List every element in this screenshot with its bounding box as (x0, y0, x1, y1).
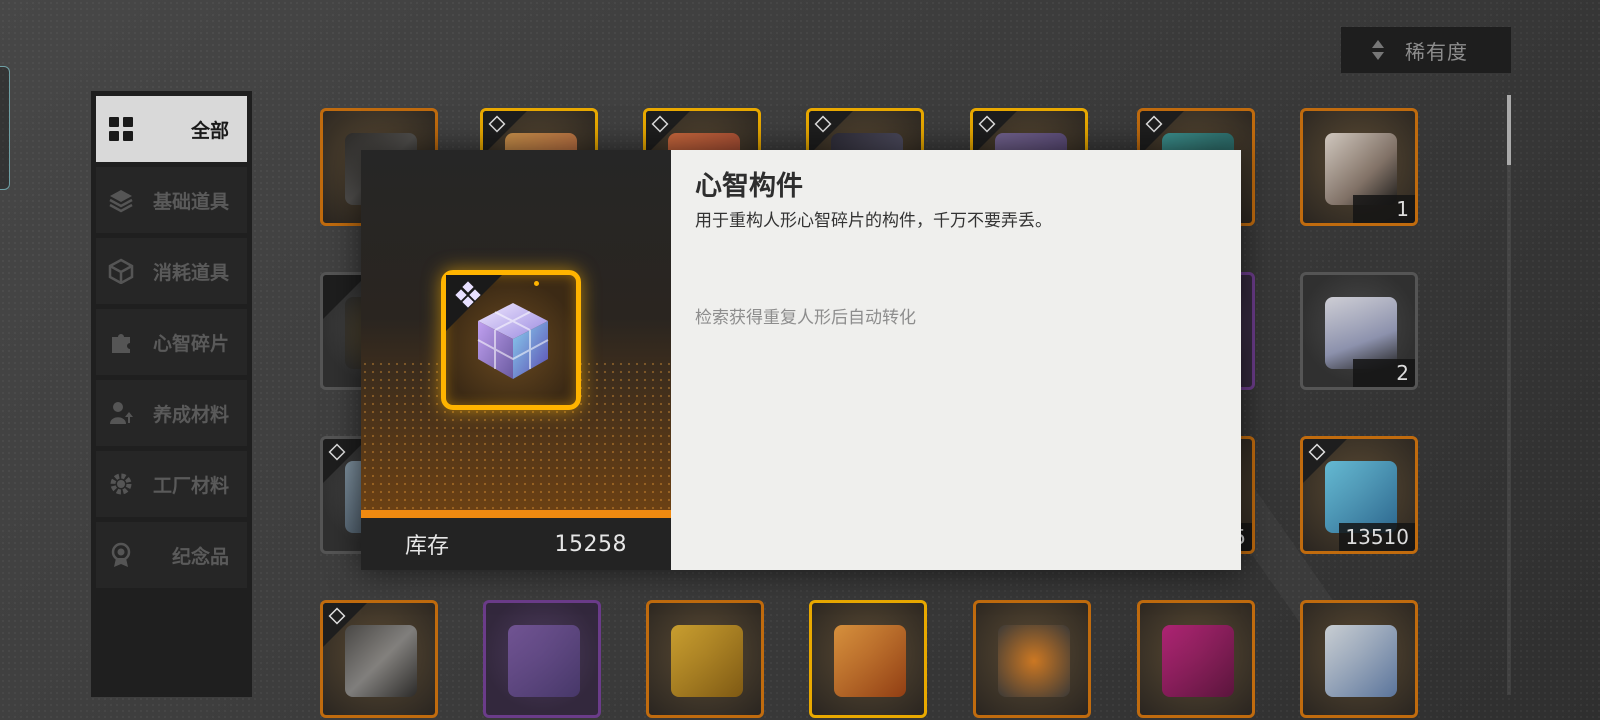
item-description: 用于重构人形心智碎片的构件，千万不要弄丢。 (695, 211, 1052, 231)
item-art (834, 625, 906, 697)
item-art (1162, 625, 1234, 697)
sort-rarity-button[interactable]: 稀有度 (1341, 27, 1511, 73)
item-tile[interactable] (973, 600, 1091, 718)
item-icon-frame (441, 270, 581, 410)
grid-icon (108, 116, 134, 142)
sort-label: 稀有度 (1405, 39, 1468, 64)
item-tile[interactable]: 13510 (1300, 436, 1418, 554)
rarity-bar (361, 510, 671, 518)
grid-scrollbar-track[interactable] (1507, 95, 1511, 695)
stock-row: 库存 15258 (361, 518, 671, 570)
layers-icon (108, 187, 134, 213)
category-label: 消耗道具 (152, 261, 229, 284)
category-souvenirs[interactable]: 纪念品 (96, 522, 247, 588)
sort-icon (1371, 39, 1385, 61)
item-art (345, 625, 417, 697)
item-info-panel: 心智构件 用于重构人形心智碎片的构件，千万不要弄丢。 检索获得重复人形后自动转化 (671, 150, 1241, 570)
category-basic-items[interactable]: 基础道具 (96, 167, 247, 233)
item-tile[interactable] (1300, 600, 1418, 718)
gear-icon (108, 471, 134, 497)
item-art (998, 625, 1070, 697)
side-drawer-tab[interactable] (0, 66, 10, 190)
item-tile[interactable] (320, 600, 438, 718)
item-detail-popup: 库存 15258 心智构件 用于重构人形心智碎片的构件，千万不要弄丢。 检索获得… (361, 150, 1241, 570)
category-upgrade-materials[interactable]: 养成材料 (96, 380, 247, 446)
grid-scrollbar-thumb[interactable] (1507, 95, 1511, 165)
category-label: 养成材料 (152, 403, 229, 426)
medal-icon (108, 542, 134, 568)
box-icon (108, 258, 134, 284)
puzzle-icon (108, 329, 134, 355)
mind-cube-icon (477, 303, 549, 379)
category-all[interactable]: 全部 (96, 96, 247, 162)
category-sidebar: 全部 基础道具 消耗道具 心智碎片 养成材料 工厂材料 纪念品 (91, 91, 252, 697)
item-tile[interactable] (809, 600, 927, 718)
item-art (508, 625, 580, 697)
item-tile[interactable] (483, 600, 601, 718)
item-tile[interactable] (646, 600, 764, 718)
item-art (1325, 625, 1397, 697)
item-preview-panel: 库存 15258 (361, 150, 671, 570)
category-label: 心智碎片 (152, 332, 229, 355)
category-label: 纪念品 (171, 545, 229, 568)
category-label: 全部 (190, 119, 229, 142)
stock-value: 15258 (554, 531, 627, 557)
item-count: 1 (1353, 195, 1415, 223)
item-source-note: 检索获得重复人形后自动转化 (695, 308, 916, 328)
item-count: 13510 (1339, 523, 1415, 551)
new-dot (534, 281, 539, 286)
category-label: 工厂材料 (152, 474, 229, 497)
item-name: 心智构件 (695, 171, 803, 202)
item-count: 2 (1353, 359, 1415, 387)
category-consumables[interactable]: 消耗道具 (96, 238, 247, 304)
person-up-icon (108, 400, 134, 426)
category-factory-materials[interactable]: 工厂材料 (96, 451, 247, 517)
category-label: 基础道具 (152, 190, 229, 213)
item-tile[interactable]: 2 (1300, 272, 1418, 390)
item-tile[interactable]: 1 (1300, 108, 1418, 226)
stock-label: 库存 (405, 534, 450, 559)
item-tile[interactable] (1137, 600, 1255, 718)
category-mind-fragments[interactable]: 心智碎片 (96, 309, 247, 375)
item-art (671, 625, 743, 697)
